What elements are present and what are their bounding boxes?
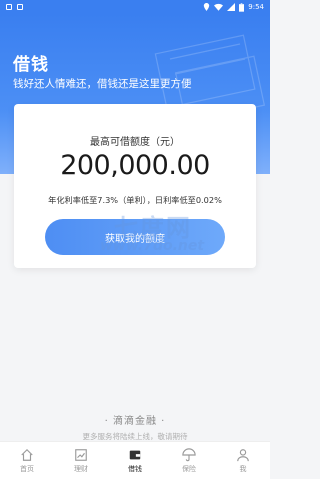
app-notification-icon xyxy=(17,4,23,10)
interest-rate-text: 年化利率低至7.3%（单利），日利率低至0.02% xyxy=(48,195,222,205)
status-bar: 9:54 xyxy=(0,0,270,14)
status-time: 9:54 xyxy=(248,3,264,11)
signal-icon xyxy=(227,3,236,11)
tab-wealth[interactable]: 理财 xyxy=(54,442,108,479)
tab-home[interactable]: 首页 xyxy=(0,442,54,479)
wifi-icon xyxy=(214,3,224,11)
limit-label: 最高可借额度（元） xyxy=(90,137,180,148)
loan-limit-card: 最高可借额度（元） 200,000.00 年化利率低至7.3%（单利），日利率低… xyxy=(14,104,256,268)
page-title: 借钱 xyxy=(13,55,49,75)
tab-label: 理财 xyxy=(74,464,88,473)
tab-label: 我 xyxy=(239,464,247,473)
tab-insurance[interactable]: 保险 xyxy=(162,442,216,479)
location-icon xyxy=(204,3,210,11)
tab-me[interactable]: 我 xyxy=(216,442,270,479)
home-icon xyxy=(21,448,33,461)
wallet-icon xyxy=(129,450,141,459)
tab-label: 首页 xyxy=(20,464,34,473)
person-icon xyxy=(237,448,249,461)
tab-label: 保险 xyxy=(182,464,196,473)
get-my-limit-button[interactable]: 获取我的额度 xyxy=(45,219,225,255)
bottom-tab-bar: 首页 理财 借钱 保险 我 xyxy=(0,441,270,479)
tab-label: 借钱 xyxy=(128,464,142,473)
notification-icon xyxy=(6,4,12,10)
footer-brand: · 滴滴金融 · xyxy=(104,416,166,427)
tab-borrow[interactable]: 借钱 xyxy=(108,442,162,479)
battery-icon xyxy=(239,2,245,12)
chart-icon xyxy=(75,448,87,461)
limit-amount: 200,000.00 xyxy=(60,150,210,181)
page-subtitle: 钱好还人情难还，借钱还是这里更方便 xyxy=(13,78,192,90)
umbrella-icon xyxy=(182,447,196,461)
